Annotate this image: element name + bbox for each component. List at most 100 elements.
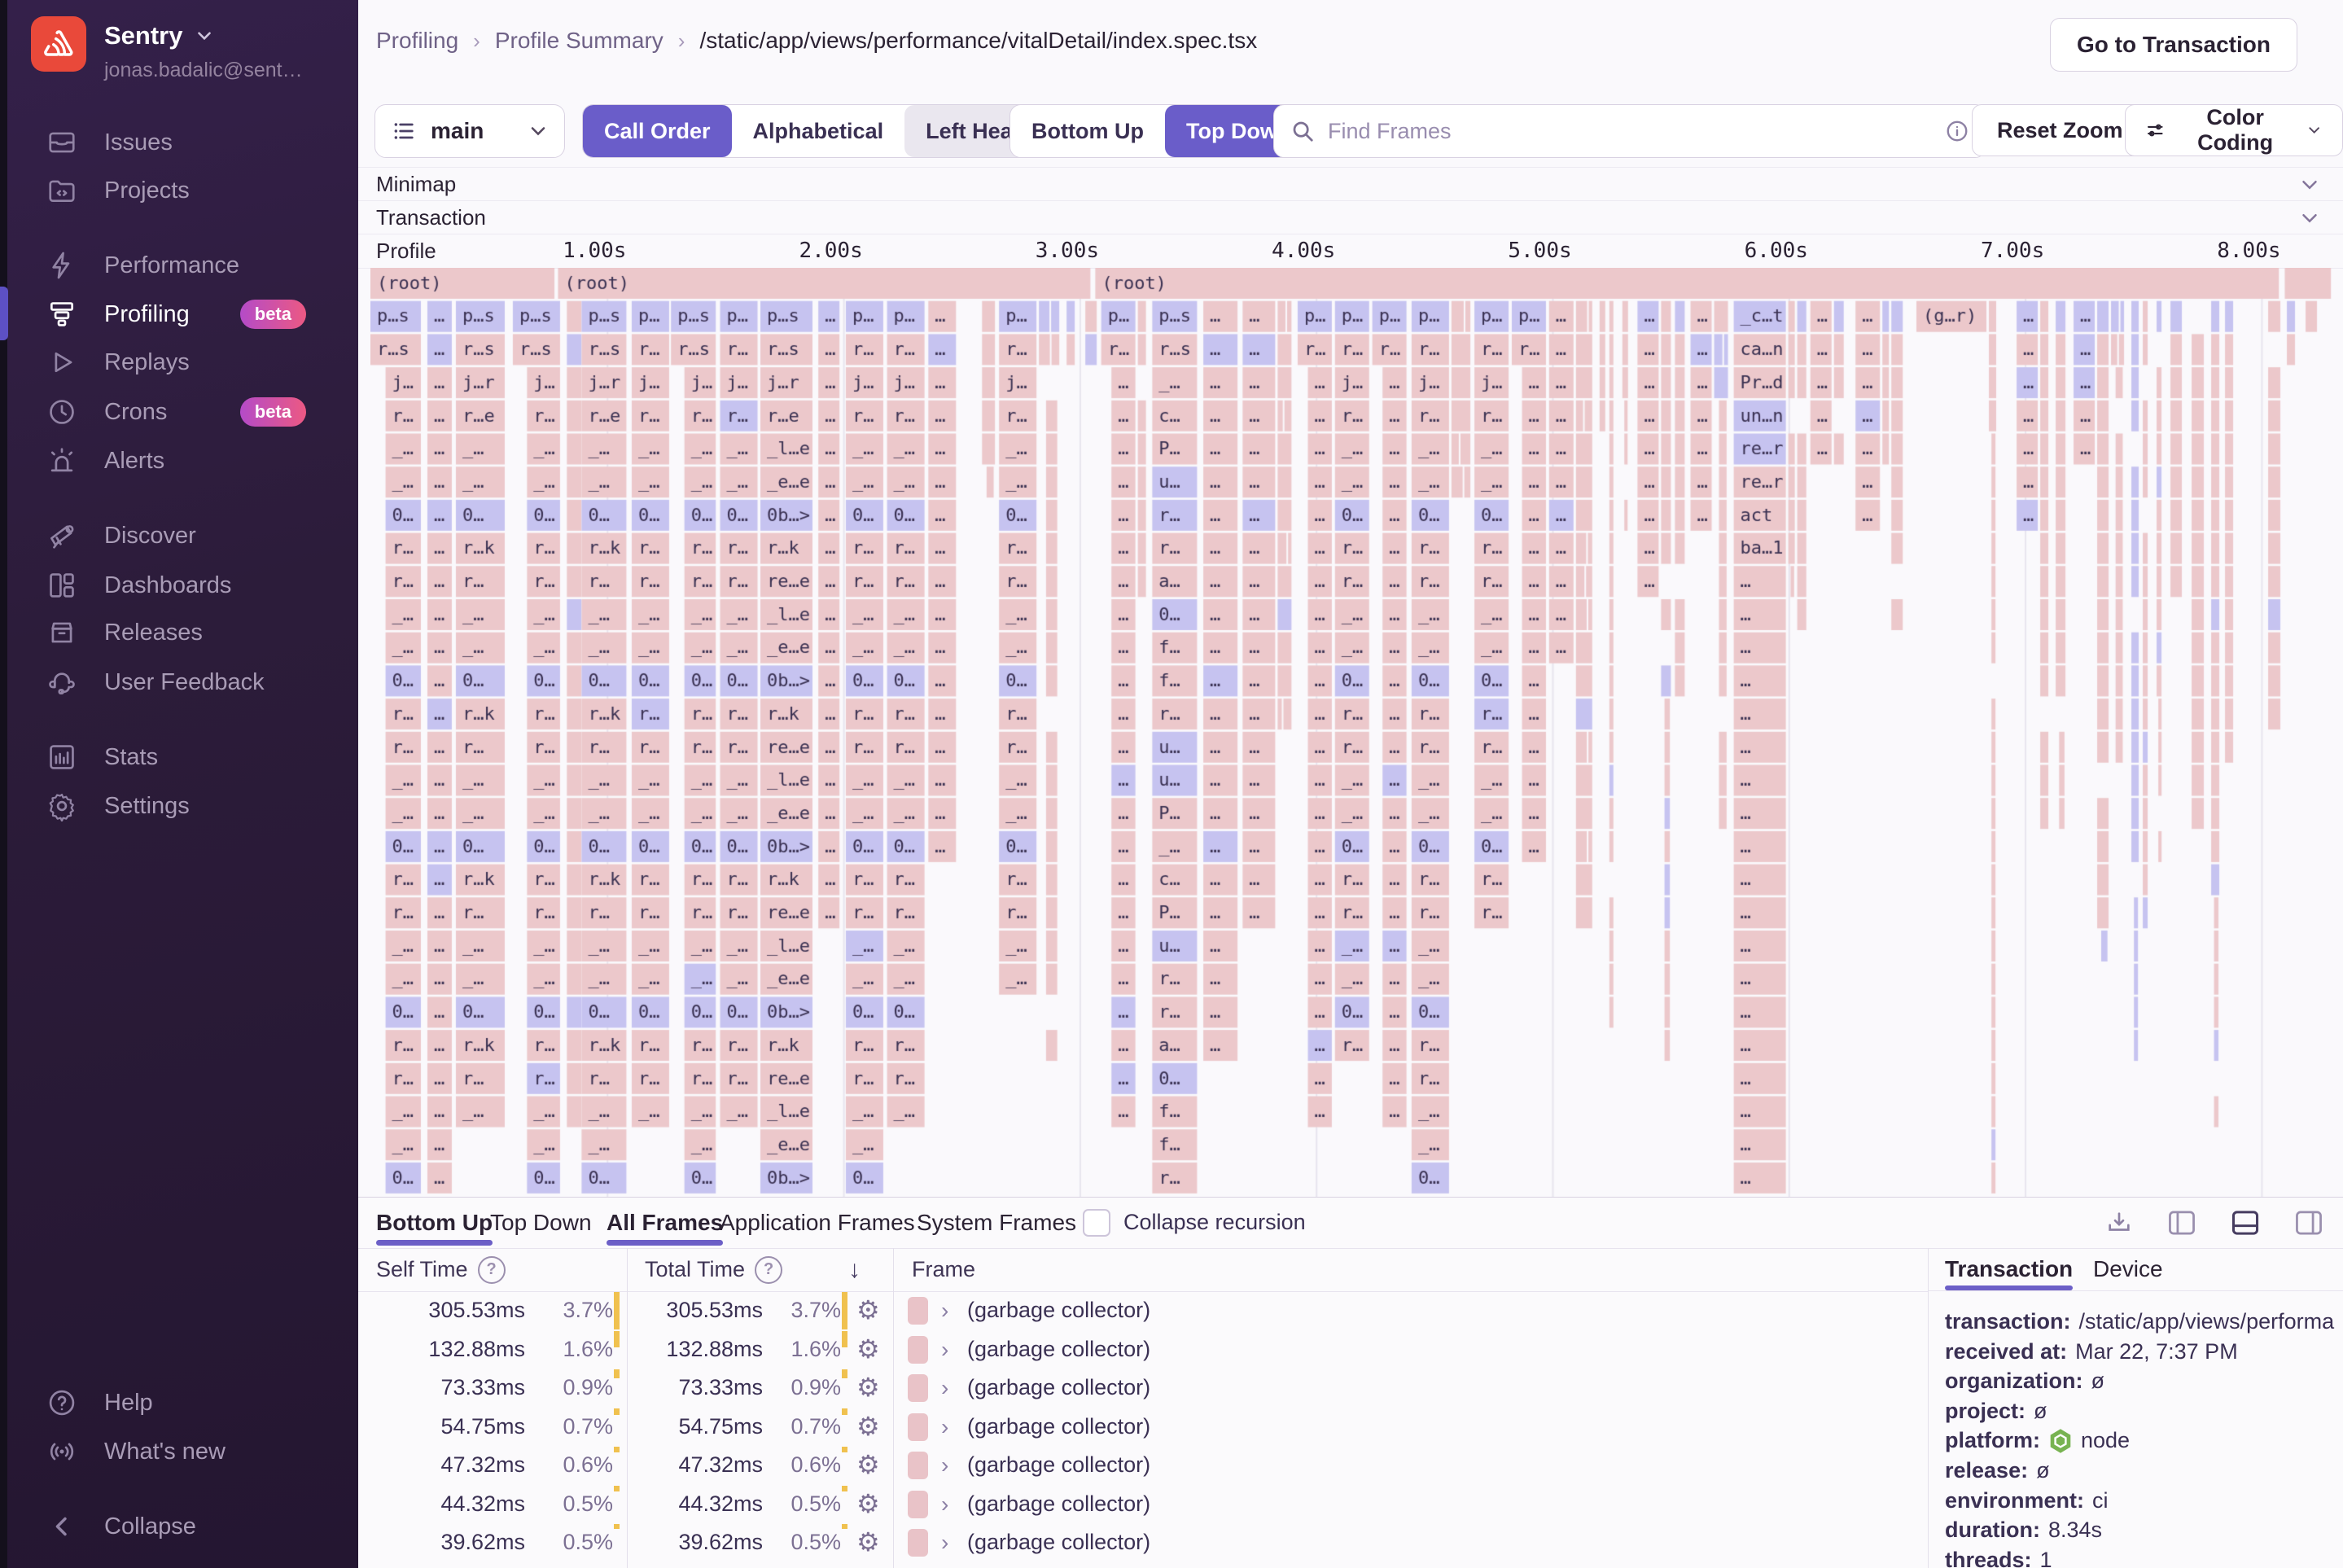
table-row[interactable]: 132.88ms 1.6% 132.88ms 1.6% ⚙ › (garbage colle… [358, 1330, 1928, 1369]
gear-icon[interactable]: ⚙ [856, 1334, 880, 1364]
export-download-icon[interactable] [2105, 1209, 2133, 1237]
table-row[interactable]: 54.75ms 0.7% 54.75ms 0.7% ⚙ › (garbage collect… [358, 1408, 1928, 1446]
go-to-transaction-button[interactable]: Go to Transaction [2049, 18, 2297, 72]
help-icon[interactable]: ? [477, 1255, 506, 1284]
details-tab-device[interactable]: Device [2093, 1248, 2163, 1290]
frame-name[interactable]: (garbage collector) [967, 1291, 1150, 1329]
sort-direction-icon[interactable]: ↓ [848, 1248, 861, 1291]
sidebar-item-label: Issues [104, 129, 173, 155]
breadcrumb-separator: › [473, 28, 480, 53]
issues-icon [46, 126, 78, 159]
sidebar-item-issues[interactable]: Issues [0, 119, 358, 166]
field-value: 1 [2039, 1547, 2052, 1568]
gear-icon[interactable]: ⚙ [856, 1294, 880, 1325]
table-row[interactable]: 39.62ms 0.5% 39.62ms 0.5% ⚙ › (garbage collect… [358, 1523, 1928, 1561]
expand-chevron-icon[interactable]: › [941, 1291, 948, 1329]
field-value: ci [2092, 1487, 2109, 1513]
total-time-value: 39.62ms [678, 1530, 763, 1554]
sidebar-item-collapse[interactable]: Collapse [0, 1503, 358, 1550]
collapse-recursion-checkbox[interactable] [1083, 1208, 1110, 1237]
sidebar-item-releases[interactable]: Releases [0, 609, 358, 656]
self-time-percent: 0.9% [563, 1375, 613, 1399]
search-icon [1293, 121, 1313, 142]
tab-system-frames[interactable]: System Frames [917, 1198, 1076, 1247]
info-icon[interactable] [1945, 119, 1969, 143]
sentry-logo[interactable] [31, 16, 86, 72]
transaction-section-header[interactable]: Transaction [358, 200, 2343, 234]
sidebar-item-projects[interactable]: Projects [0, 167, 358, 214]
frame-name[interactable]: (garbage collector) [967, 1446, 1150, 1484]
sort-call-order[interactable]: Call Order [583, 105, 732, 157]
self-time-header[interactable]: Self Time? [376, 1248, 506, 1291]
total-time-percent: 1.6% [790, 1336, 841, 1361]
thread-select[interactable]: main [374, 104, 565, 158]
chevron-down-icon[interactable] [2297, 206, 2322, 230]
sidebar-item-alerts[interactable]: Alerts [0, 437, 358, 484]
expand-chevron-icon[interactable]: › [941, 1330, 948, 1369]
sidebar-item-user-feedback[interactable]: User Feedback [0, 659, 358, 706]
flamegraph-canvas[interactable] [370, 268, 2335, 1197]
page-header: Profiling › Profile Summary › /static/app/vi… [358, 0, 2343, 98]
gear-icon[interactable]: ⚙ [856, 1411, 880, 1442]
total-time-header[interactable]: Total Time? [645, 1248, 783, 1291]
sidebar-item-stats[interactable]: Stats [0, 734, 358, 781]
self-time-percent: 0.6% [563, 1452, 613, 1477]
frame-name[interactable]: (garbage collector) [967, 1523, 1150, 1561]
search-input[interactable] [1326, 117, 1934, 145]
direction-bottom-up[interactable]: Bottom Up [1010, 105, 1165, 157]
table-row[interactable]: 305.53ms 3.7% 305.53ms 3.7% ⚙ › (garbage colle… [358, 1291, 1928, 1329]
table-row[interactable]: 44.32ms 0.5% 44.32ms 0.5% ⚙ › (garbage collect… [358, 1485, 1928, 1523]
sidebar-item-help[interactable]: Help [0, 1379, 358, 1426]
expand-chevron-icon[interactable]: › [941, 1369, 948, 1407]
sidebar-item-dashboards[interactable]: Dashboards [0, 562, 358, 609]
gear-icon[interactable]: ⚙ [856, 1449, 880, 1480]
frame-color-swatch [908, 1490, 928, 1518]
layout-left-panel-icon[interactable] [2167, 1210, 2196, 1236]
sidebar-item-crons[interactable]: Crons beta [0, 388, 358, 436]
frame-name[interactable]: (garbage collector) [967, 1485, 1150, 1523]
reset-zoom-button[interactable]: Reset Zoom [1972, 104, 2148, 156]
self-time-value: 73.33ms [440, 1375, 525, 1399]
frame-name[interactable]: (garbage collector) [967, 1369, 1150, 1407]
expand-chevron-icon[interactable]: › [941, 1485, 948, 1523]
tab-application-frames[interactable]: Application Frames [720, 1198, 915, 1247]
sidebar-item-discover[interactable]: Discover [0, 512, 358, 559]
sidebar-item-replays[interactable]: Replays [0, 339, 358, 386]
table-row[interactable]: 73.33ms 0.9% 73.33ms 0.9% ⚙ › (garbage collect… [358, 1369, 1928, 1407]
gear-icon[interactable]: ⚙ [856, 1488, 880, 1519]
expand-chevron-icon[interactable]: › [941, 1408, 948, 1446]
self-time-bar [614, 1408, 620, 1415]
gear-icon[interactable]: ⚙ [856, 1526, 880, 1557]
self-time-percent: 0.7% [563, 1413, 613, 1439]
expand-chevron-icon[interactable]: › [941, 1523, 948, 1561]
total-time-bar [842, 1330, 847, 1347]
color-coding-button[interactable]: Color Coding [2125, 104, 2343, 156]
breadcrumb-item[interactable]: /static/app/views/performance/vitalDetai… [699, 28, 1257, 54]
chevron-down-icon[interactable] [2297, 173, 2322, 197]
total-time-value: 73.33ms [678, 1375, 763, 1399]
org-switcher[interactable]: Sentry [104, 21, 215, 50]
details-tab-transaction[interactable]: Transaction [1945, 1248, 2074, 1290]
sidebar-item-settings[interactable]: Settings [0, 782, 358, 830]
minimap-section-header[interactable]: Minimap [358, 167, 2343, 201]
sort-alphabetical[interactable]: Alphabetical [732, 105, 905, 157]
profiling-icon [46, 298, 78, 331]
table-row[interactable]: 47.32ms 0.6% 47.32ms 0.6% ⚙ › (garbage collect… [358, 1446, 1928, 1484]
expand-chevron-icon[interactable]: › [941, 1446, 948, 1484]
frame-color-swatch [908, 1529, 928, 1557]
layout-bottom-panel-icon[interactable] [2231, 1210, 2260, 1236]
layout-right-panel-icon[interactable] [2294, 1210, 2323, 1236]
frame-name[interactable]: (garbage collector) [967, 1408, 1150, 1446]
gear-icon[interactable]: ⚙ [856, 1372, 880, 1403]
help-icon[interactable]: ? [755, 1255, 783, 1284]
frame-name[interactable]: (garbage collector) [967, 1330, 1150, 1369]
tab-bottom-up[interactable]: Bottom Up [376, 1198, 493, 1247]
sidebar-item-profiling[interactable]: Profiling beta [0, 291, 358, 338]
sidebar-item-label: Releases [104, 619, 203, 646]
sidebar-item-performance[interactable]: Performance [0, 242, 358, 289]
breadcrumb-item[interactable]: Profiling [376, 28, 458, 54]
breadcrumb-item[interactable]: Profile Summary [495, 28, 663, 54]
tab-top-down[interactable]: Top Down [490, 1198, 592, 1247]
sidebar-item-what-s-new[interactable]: What's new [0, 1428, 358, 1475]
tab-all-frames[interactable]: All Frames [607, 1198, 724, 1247]
